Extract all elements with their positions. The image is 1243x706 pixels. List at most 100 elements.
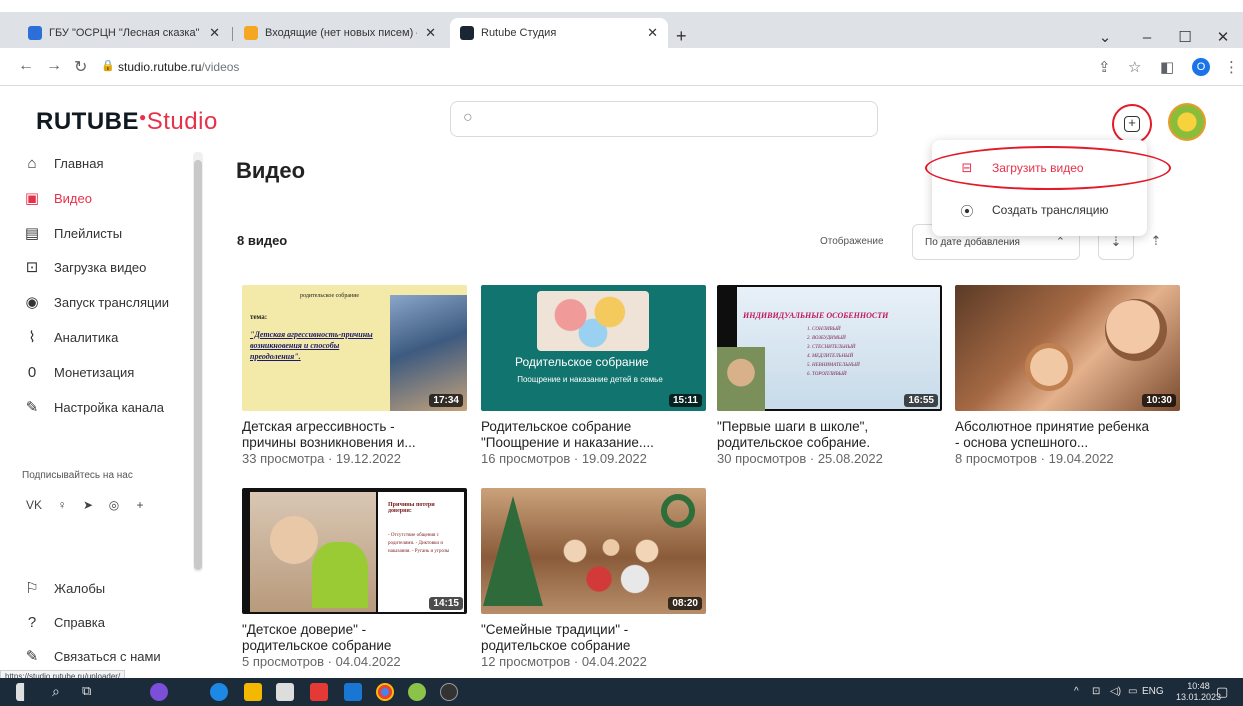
duration-badge: 14:15	[429, 597, 463, 610]
plus-icon[interactable]: +	[130, 498, 150, 512]
tab-osrcn[interactable]: ГБУ "ОСРЦН "Лесная сказка" (п ✕	[18, 18, 230, 48]
chrome-icon[interactable]	[376, 683, 394, 701]
forward-arrow-icon[interactable]: →	[46, 57, 62, 75]
page-title: Видео	[236, 158, 306, 183]
sidepanel-icon[interactable]: ◧	[1160, 58, 1174, 76]
video-title[interactable]: Родительское собрание	[481, 419, 706, 435]
ok-icon[interactable]: ♀	[52, 498, 72, 512]
video-title[interactable]: "Семейные традиции" -	[481, 622, 706, 638]
vk-favicon-icon	[28, 26, 42, 40]
duration-badge: 17:34	[429, 394, 463, 407]
close-icon[interactable]: ✕	[425, 25, 436, 41]
video-card[interactable]: Родительское собрание Поощрение и наказа…	[481, 285, 706, 467]
video-title[interactable]: причины возникновения и...	[242, 435, 467, 451]
video-card[interactable]: Причины потери доверия: - Отсутствие общ…	[242, 488, 467, 670]
file-explorer-icon[interactable]	[244, 683, 262, 701]
back-arrow-icon[interactable]: ←	[18, 57, 34, 75]
video-title[interactable]: Абсолютное принятие ребенка	[955, 419, 1180, 435]
tab-rutube-studio[interactable]: Rutube Студия ✕	[450, 18, 668, 48]
app-icon[interactable]	[408, 683, 426, 701]
video-title[interactable]: Детская агрессивность -	[242, 419, 467, 435]
video-title[interactable]: "Первые шаги в школе",	[717, 419, 942, 435]
video-title[interactable]: родительское собрание	[481, 638, 706, 654]
sidebar-item-contact[interactable]: ✎ Связаться с нами	[22, 643, 161, 669]
video-meta: 16 просмотров · 19.09.2022	[481, 451, 647, 466]
sidebar-scrollbar-thumb[interactable]	[194, 160, 202, 570]
help-icon: ?	[27, 613, 37, 631]
search-input[interactable]: ○	[450, 101, 878, 137]
clock-time: 10:48	[1187, 681, 1210, 691]
menu-kebab-icon[interactable]: ⋮	[1224, 58, 1239, 76]
christmas-tree	[483, 496, 543, 606]
volume-icon[interactable]: ◁)	[1110, 686, 1121, 697]
profile-avatar[interactable]: O	[1192, 58, 1210, 76]
sidebar-item-help[interactable]: ? Справка	[22, 609, 105, 635]
video-card[interactable]: ИНДИВИДУАЛЬНЫЕ ОСОБЕННОСТИ 1. СОНЛИВЫЙ 2…	[717, 285, 942, 467]
bookmark-star-icon[interactable]: ☆	[1128, 58, 1141, 76]
sidebar-item-playlists[interactable]: ▤ Плейлисты	[22, 220, 122, 246]
thumb-list: 1. СОНЛИВЫЙ 2. ВОЗБУДИМЫЙ 3. СТЕСНИТЕЛЬН…	[807, 327, 860, 377]
network-icon[interactable]: ⊡	[1092, 686, 1100, 697]
reload-icon[interactable]: ↻	[74, 57, 87, 77]
thumb-caption: родительское собрание	[300, 293, 360, 299]
rutube-studio-logo[interactable]: RUTUBE●Studio	[36, 108, 218, 136]
close-icon[interactable]: ✕	[647, 25, 658, 41]
video-card[interactable]: родительское собрание тема: "Детская агр…	[242, 285, 467, 467]
search-icon[interactable]: ⌕	[52, 683, 60, 700]
thumb-face	[1105, 299, 1167, 361]
playlist-icon: ▤	[24, 225, 40, 242]
highlight-ring	[925, 146, 1171, 190]
viber-icon[interactable]: ◎	[104, 498, 124, 512]
url-field[interactable]: studio.rutube.ru/videos	[118, 60, 239, 74]
video-thumbnail[interactable]: ИНДИВИДУАЛЬНЫЕ ОСОБЕННОСТИ 1. СОНЛИВЫЙ 2…	[717, 285, 942, 411]
sidebar-item-complaints[interactable]: ⚐ Жалобы	[22, 575, 105, 601]
tab-inbox[interactable]: Входящие (нет новых писем) — ✕	[234, 18, 446, 48]
notifications-icon[interactable]: ▢	[1216, 684, 1228, 700]
video-card[interactable]: 10:30 Абсолютное принятие ребенка - осно…	[955, 285, 1180, 467]
close-icon[interactable]: ✕	[209, 25, 220, 41]
video-thumbnail[interactable]: 10:30	[955, 285, 1180, 411]
app-icon[interactable]	[150, 683, 168, 701]
video-title[interactable]: - основа успешного...	[955, 435, 1180, 451]
share-icon[interactable]: ⇪	[1098, 58, 1111, 76]
video-thumbnail[interactable]: 08:20	[481, 488, 706, 614]
keyboard-icon[interactable]: ▭	[1128, 686, 1137, 697]
channel-avatar[interactable]	[1168, 103, 1206, 141]
telegram-icon[interactable]: ➤	[78, 498, 98, 512]
windows-start-icon[interactable]	[16, 683, 34, 701]
video-title[interactable]: родительское собрание	[242, 638, 467, 654]
mail-icon[interactable]	[344, 683, 362, 701]
video-thumbnail[interactable]: родительское собрание тема: "Детская агр…	[242, 285, 467, 411]
sidebar-item-upload[interactable]: ⊡ Загрузка видео	[22, 254, 147, 280]
app-icon[interactable]	[440, 683, 458, 701]
store-icon[interactable]	[276, 683, 294, 701]
new-tab-button[interactable]: +	[676, 26, 687, 47]
sidebar-item-analytics[interactable]: ⌇ Аналитика	[22, 324, 118, 350]
sidebar-item-broadcast[interactable]: ◉ Запуск трансляции	[22, 289, 169, 315]
vk-icon[interactable]: VK	[24, 498, 44, 512]
duration-badge: 15:11	[668, 394, 702, 407]
video-title[interactable]: "Детское доверие" -	[242, 622, 467, 638]
clock[interactable]: 10:48 13.01.2023	[1176, 681, 1221, 703]
sidebar-item-home[interactable]: ⌂ Главная	[22, 150, 103, 176]
create-upload-button[interactable]: +	[1112, 104, 1152, 144]
sidebar-item-video[interactable]: ▣ Видео	[22, 185, 92, 211]
video-thumbnail[interactable]: Родительское собрание Поощрение и наказа…	[481, 285, 706, 411]
task-view-icon[interactable]: ⧉	[82, 683, 91, 699]
video-thumbnail[interactable]: Причины потери доверия: - Отсутствие общ…	[242, 488, 467, 614]
thumb-caption: Поощрение и наказание детей в семье	[517, 375, 663, 384]
logo-dot: ●	[139, 110, 147, 124]
menu-item-create-broadcast[interactable]: ⦿ Создать трансляцию	[932, 190, 1147, 230]
video-title[interactable]: "Поощрение и наказание....	[481, 435, 706, 451]
home-icon: ⌂	[27, 154, 37, 172]
video-title[interactable]: родительское собрание.	[717, 435, 942, 451]
office-icon[interactable]	[310, 683, 328, 701]
sidebar-item-channel-settings[interactable]: ✎ Настройка канала	[22, 394, 164, 420]
duration-badge: 10:30	[1142, 394, 1176, 407]
language-indicator[interactable]: ENG	[1142, 686, 1164, 697]
edge-icon[interactable]	[210, 683, 228, 701]
video-card[interactable]: 08:20 "Семейные традиции" - родительское…	[481, 488, 706, 670]
rutube-favicon-icon	[460, 26, 474, 40]
sidebar-item-monetization[interactable]: 0 Монетизация	[22, 359, 135, 385]
tray-chevron-icon[interactable]: ^	[1074, 686, 1079, 697]
